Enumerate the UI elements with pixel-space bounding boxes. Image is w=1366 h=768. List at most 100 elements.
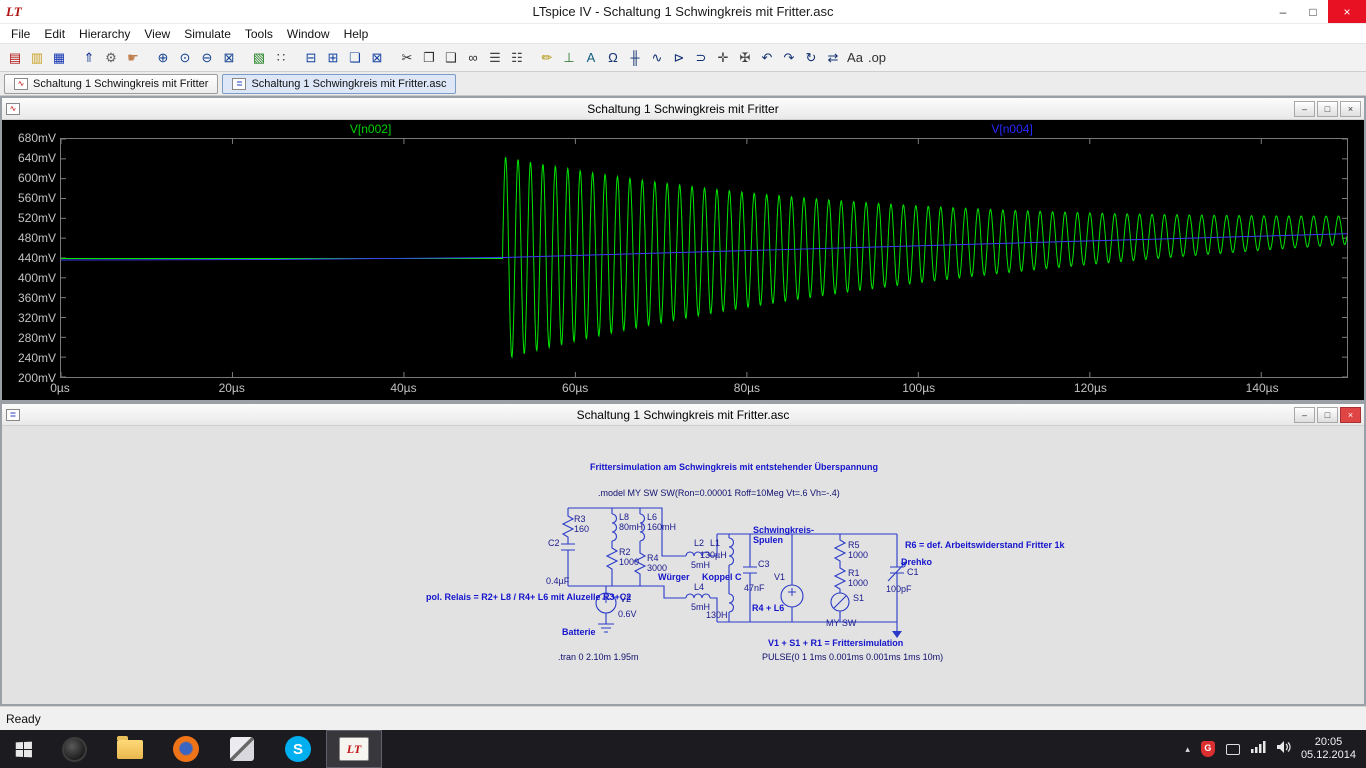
menu-view[interactable]: View [137,25,177,43]
zoom-in-button[interactable]: ⊕ [152,47,174,69]
waveform-window-minimize-button[interactable]: – [1294,101,1315,117]
taskbar-firefox[interactable] [158,730,214,768]
print-button[interactable]: ☰ [484,47,506,69]
taskbar-clock[interactable]: 20:05 05.12.2014 [1301,736,1366,762]
waveform-window: ∿ Schaltung 1 Schwingkreis mit Fritter –… [0,96,1366,402]
grid-button[interactable]: ∷ [270,47,292,69]
tile-vertically-button[interactable]: ⊟ [300,47,322,69]
hierarchy-up-icon: ⇑ [84,51,95,64]
tab-1[interactable]: ∿Schaltung 1 Schwingkreis mit Fritter [4,74,218,94]
text-button[interactable]: Aa [844,47,866,69]
menu-file[interactable]: File [4,25,37,43]
schematic-text: 1000 [619,557,639,567]
ground-button[interactable]: ⊥ [558,47,580,69]
y-axis-tick: 560mV [4,191,56,205]
mirror-button[interactable]: ⇄ [822,47,844,69]
new-schematic-button[interactable]: ▤ [4,47,26,69]
start-button[interactable] [0,730,46,768]
waveform-plot-area[interactable]: V[n002]V[n004] 680mV640mV600mV560mV520mV… [2,120,1364,400]
undo-icon: ↶ [762,51,773,64]
schematic-text: MY SW [826,618,856,628]
zoom-out-button[interactable]: ⊖ [196,47,218,69]
schematic-window-titlebar[interactable]: ≣ Schaltung 1 Schwingkreis mit Fritter.a… [2,404,1364,426]
taskbar-design-app[interactable] [214,730,270,768]
taskbar-ltspice[interactable]: LT [326,730,382,768]
capacitor-button[interactable]: ╫ [624,47,646,69]
taskbar-app-player[interactable] [46,730,102,768]
schematic-window-close-button[interactable]: × [1340,407,1361,423]
find-button[interactable]: ∞ [462,47,484,69]
tray-network-icon[interactable] [1251,740,1266,758]
copy-button[interactable]: ❐ [418,47,440,69]
diode-button[interactable]: ⊳ [668,47,690,69]
waveform-window-maximize-button[interactable]: □ [1317,101,1338,117]
schematic-text: Drehko [901,557,932,567]
toolbar: ▤▥▦⇑⚙☛⊕⊙⊖⊠▧∷⊟⊞❏⊠✂❐❑∞☰☷✏⊥AΩ╫∿⊳⊃✛✠↶↷↻⇄Aa.o… [0,44,1366,72]
paste-button[interactable]: ❑ [440,47,462,69]
tab-2[interactable]: ≣Schaltung 1 Schwingkreis mit Fritter.as… [222,74,456,94]
close-window-button[interactable]: ⊠ [366,47,388,69]
window-maximize-button[interactable]: □ [1298,0,1328,23]
cascade-windows-button[interactable]: ❏ [344,47,366,69]
undo-button[interactable]: ↶ [756,47,778,69]
trace-label-V[n002][interactable]: V[n002] [350,122,391,136]
hierarchy-up-button[interactable]: ⇑ [78,47,100,69]
taskbar-skype[interactable]: S [270,730,326,768]
tray-tablet-icon[interactable] [1226,744,1240,755]
rotate-button[interactable]: ↻ [800,47,822,69]
redo-button[interactable]: ↷ [778,47,800,69]
resistor-button[interactable]: Ω [602,47,624,69]
wire-button[interactable]: ✏ [536,47,558,69]
x-axis-tick: 100µs [895,381,943,395]
inductor-button[interactable]: ∿ [646,47,668,69]
zoom-back-button[interactable]: ⊙ [174,47,196,69]
trace-label-V[n004][interactable]: V[n004] [991,122,1032,136]
zoom-full-extents-button[interactable]: ⊠ [218,47,240,69]
drag-button[interactable]: ✠ [734,47,756,69]
print-preview-button[interactable]: ☷ [506,47,528,69]
save-button[interactable]: ▦ [48,47,70,69]
tray-expand-icon[interactable]: ▴ [1185,744,1190,755]
spice-directive-button[interactable]: .op [866,47,888,69]
tab-label: Schaltung 1 Schwingkreis mit Fritter [33,78,208,90]
tray-volume-icon[interactable] [1277,740,1291,758]
menu-tools[interactable]: Tools [238,25,280,43]
schematic-text: R6 = def. Arbeitswiderstand Fritter 1k [905,540,1064,550]
redo-icon: ↷ [784,51,795,64]
move-icon: ✛ [718,51,729,64]
waveform-window-close-button[interactable]: × [1340,101,1361,117]
menu-help[interactable]: Help [337,25,376,43]
schematic-text: 5mH [691,560,710,570]
taskbar-file-explorer[interactable] [102,730,158,768]
schematic-canvas[interactable]: Frittersimulation am Schwingkreis mit en… [2,426,1364,704]
control-panel-button[interactable]: ⚙ [100,47,122,69]
plot-box[interactable] [60,138,1348,378]
schematic-window-minimize-button[interactable]: – [1294,407,1315,423]
paste-icon: ❑ [445,51,457,64]
menu-hierarchy[interactable]: Hierarchy [72,25,137,43]
control-panel-icon: ⚙ [105,51,117,64]
cut-button[interactable]: ✂ [396,47,418,69]
waveform-window-titlebar[interactable]: ∿ Schaltung 1 Schwingkreis mit Fritter –… [2,98,1364,120]
taskbar-apps: S LT [46,730,382,768]
taskbar-ltspice-icon: LT [339,737,369,761]
autorange-y-axis-button[interactable]: ▧ [248,47,270,69]
tray-antivirus-icon[interactable]: G [1201,741,1215,757]
tile-horizontally-button[interactable]: ⊞ [322,47,344,69]
x-axis-tick: 120µs [1066,381,1114,395]
schematic-window-title: Schaltung 1 Schwingkreis mit Fritter.asc [2,408,1364,422]
schematic-window-maximize-button[interactable]: □ [1317,407,1338,423]
schematic-text: 1000 [848,550,868,560]
move-button[interactable]: ✛ [712,47,734,69]
menu-window[interactable]: Window [280,25,337,43]
window-minimize-button[interactable]: – [1268,0,1298,23]
component-button[interactable]: ⊃ [690,47,712,69]
x-axis-tick: 140µs [1238,381,1286,395]
window-close-button[interactable]: × [1328,0,1366,23]
open-button[interactable]: ▥ [26,47,48,69]
menu-simulate[interactable]: Simulate [177,25,238,43]
label-net-button[interactable]: A [580,47,602,69]
menu-edit[interactable]: Edit [37,25,72,43]
grid-icon: ∷ [277,51,285,64]
halt-button[interactable]: ☛ [122,47,144,69]
